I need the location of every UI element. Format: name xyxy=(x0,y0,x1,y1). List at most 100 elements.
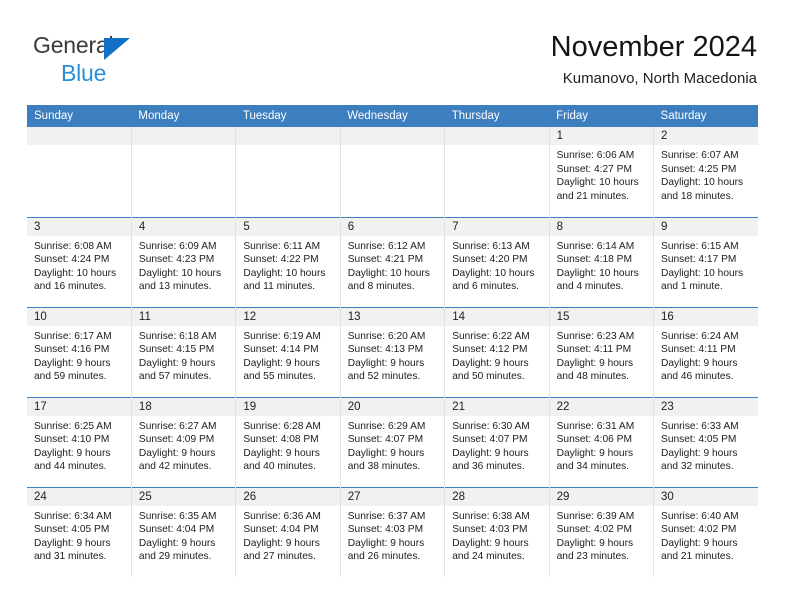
day-details: Sunrise: 6:38 AM Sunset: 4:03 PM Daylight:… xyxy=(445,506,548,564)
calendar-day-cell[interactable]: 28 Sunrise: 6:38 AM Sunset: 4:03 PM Dayligh… xyxy=(444,486,550,577)
calendar-day-cell[interactable]: 5 Sunrise: 6:11 AM Sunset: 4:22 PM Daylight… xyxy=(235,216,341,307)
sunrise-text: Sunrise: 6:31 AM xyxy=(556,420,635,432)
sunrise-text: Sunrise: 6:35 AM xyxy=(138,510,217,522)
daylight-text-line2: and 42 minutes. xyxy=(138,461,212,473)
calendar-day-cell[interactable]: 9 Sunrise: 6:15 AM Sunset: 4:17 PM Daylight… xyxy=(653,216,758,307)
sunset-text: Sunset: 4:11 PM xyxy=(556,344,632,356)
day-details: Sunrise: 6:06 AM Sunset: 4:27 PM Daylight:… xyxy=(550,145,653,203)
calendar-day-cell[interactable]: 26 Sunrise: 6:36 AM Sunset: 4:04 PM Dayligh… xyxy=(235,486,341,577)
calendar-day-cell[interactable]: 23 Sunrise: 6:33 AM Sunset: 4:05 PM Dayligh… xyxy=(653,396,758,487)
day-number: 6 xyxy=(340,217,445,236)
calendar-day-cell[interactable]: 12 Sunrise: 6:19 AM Sunset: 4:14 PM Dayligh… xyxy=(235,306,341,397)
sunrise-text: Sunrise: 6:11 AM xyxy=(243,240,321,252)
daylight-text-line2: and 52 minutes. xyxy=(347,371,421,383)
calendar-day-cell[interactable]: 13 Sunrise: 6:20 AM Sunset: 4:13 PM Dayligh… xyxy=(340,306,446,397)
daylight-text-line1: Daylight: 9 hours xyxy=(347,447,425,459)
sunrise-text: Sunrise: 6:40 AM xyxy=(661,510,739,522)
calendar-day-cell[interactable]: 8 Sunrise: 6:14 AM Sunset: 4:18 PM Daylight… xyxy=(549,216,655,307)
day-details xyxy=(341,145,444,149)
calendar-day-cell[interactable]: 16 Sunrise: 6:24 AM Sunset: 4:11 PM Dayligh… xyxy=(653,306,758,397)
calendar-day-cell[interactable]: 29 Sunrise: 6:39 AM Sunset: 4:02 PM Dayligh… xyxy=(549,486,655,577)
calendar-day-cell[interactable]: 22 Sunrise: 6:31 AM Sunset: 4:06 PM Dayligh… xyxy=(549,396,655,487)
calendar-day-cell[interactable]: 20 Sunrise: 6:29 AM Sunset: 4:07 PM Dayligh… xyxy=(340,396,446,487)
daylight-text-line2: and 55 minutes. xyxy=(243,371,316,383)
day-details: Sunrise: 6:29 AM Sunset: 4:07 PM Daylight:… xyxy=(341,416,444,474)
day-number: 3 xyxy=(27,217,131,236)
daylight-text-line1: Daylight: 10 hours xyxy=(138,267,222,279)
sunset-text: Sunset: 4:08 PM xyxy=(243,434,319,446)
daylight-text-line2: and 50 minutes. xyxy=(452,371,525,383)
day-number: 30 xyxy=(654,487,758,506)
daylight-text-line2: and 27 minutes. xyxy=(243,551,316,563)
calendar-day-cell[interactable]: 18 Sunrise: 6:27 AM Sunset: 4:09 PM Dayligh… xyxy=(131,396,237,487)
day-details xyxy=(132,145,235,149)
daylight-text-line2: and 40 minutes. xyxy=(243,461,316,473)
day-number xyxy=(445,127,549,145)
sunset-text: Sunset: 4:13 PM xyxy=(347,344,424,356)
sunset-text: Sunset: 4:22 PM xyxy=(243,254,319,266)
day-details: Sunrise: 6:20 AM Sunset: 4:13 PM Daylight:… xyxy=(341,326,444,384)
sunrise-text: Sunrise: 6:37 AM xyxy=(347,510,426,522)
calendar-header-row: Sunday Monday Tuesday Wednesday Thursday… xyxy=(27,105,758,127)
sunrise-text: Sunrise: 6:29 AM xyxy=(347,420,426,432)
daylight-text-line1: Daylight: 9 hours xyxy=(556,447,634,459)
day-number: 12 xyxy=(236,307,340,326)
daylight-text-line1: Daylight: 10 hours xyxy=(243,267,326,279)
daylight-text-line1: Daylight: 9 hours xyxy=(661,537,738,549)
sunset-text: Sunset: 4:09 PM xyxy=(138,434,215,446)
daylight-text-line2: and 32 minutes. xyxy=(661,461,734,473)
day-details: Sunrise: 6:13 AM Sunset: 4:20 PM Daylight:… xyxy=(445,236,548,294)
sunrise-text: Sunrise: 6:06 AM xyxy=(556,150,635,161)
calendar-day-cell[interactable]: 4 Sunrise: 6:09 AM Sunset: 4:23 PM Daylight… xyxy=(131,216,237,307)
calendar-day-cell[interactable]: 15 Sunrise: 6:23 AM Sunset: 4:11 PM Dayligh… xyxy=(549,306,655,397)
calendar-day-cell[interactable]: 19 Sunrise: 6:28 AM Sunset: 4:08 PM Dayligh… xyxy=(235,396,341,487)
calendar-day-cell[interactable]: 3 Sunrise: 6:08 AM Sunset: 4:24 PM Daylight… xyxy=(27,216,132,307)
day-details: Sunrise: 6:30 AM Sunset: 4:07 PM Daylight:… xyxy=(445,416,548,474)
daylight-text-line1: Daylight: 9 hours xyxy=(138,357,216,369)
sunset-text: Sunset: 4:15 PM xyxy=(138,344,215,356)
sunset-text: Sunset: 4:05 PM xyxy=(661,434,737,446)
calendar-day-cell[interactable]: 25 Sunrise: 6:35 AM Sunset: 4:04 PM Dayligh… xyxy=(131,486,237,577)
calendar-day-cell[interactable]: 27 Sunrise: 6:37 AM Sunset: 4:03 PM Dayligh… xyxy=(340,486,446,577)
day-details: Sunrise: 6:33 AM Sunset: 4:05 PM Daylight:… xyxy=(654,416,758,474)
logo-triangle-icon xyxy=(104,38,130,60)
calendar-day-cell[interactable]: 2 Sunrise: 6:07 AM Sunset: 4:25 PM Daylight… xyxy=(653,127,758,217)
sunset-text: Sunset: 4:20 PM xyxy=(452,254,528,266)
sunrise-text: Sunrise: 6:19 AM xyxy=(243,330,321,342)
day-number: 19 xyxy=(236,397,340,416)
sunset-text: Sunset: 4:07 PM xyxy=(452,434,528,446)
day-number: 23 xyxy=(654,397,758,416)
day-details: Sunrise: 6:40 AM Sunset: 4:02 PM Daylight:… xyxy=(654,506,758,564)
calendar-day-cell[interactable]: 30 Sunrise: 6:40 AM Sunset: 4:02 PM Dayligh… xyxy=(653,486,758,577)
day-number xyxy=(236,127,340,145)
sunset-text: Sunset: 4:27 PM xyxy=(556,163,632,175)
calendar-body: 1 Sunrise: 6:06 AM Sunset: 4:27 PM Daylight… xyxy=(27,127,758,577)
daylight-text-line1: Daylight: 10 hours xyxy=(452,267,535,279)
sunrise-text: Sunrise: 6:39 AM xyxy=(556,510,635,522)
calendar-day-cell-empty xyxy=(340,127,446,217)
calendar-day-cell[interactable]: 1 Sunrise: 6:06 AM Sunset: 4:27 PM Daylight… xyxy=(549,127,655,217)
calendar-day-cell[interactable]: 11 Sunrise: 6:18 AM Sunset: 4:15 PM Dayligh… xyxy=(131,306,237,397)
sunset-text: Sunset: 4:25 PM xyxy=(661,163,737,175)
calendar-day-cell[interactable]: 24 Sunrise: 6:34 AM Sunset: 4:05 PM Dayligh… xyxy=(27,486,132,577)
calendar-day-cell[interactable]: 7 Sunrise: 6:13 AM Sunset: 4:20 PM Daylight… xyxy=(444,216,550,307)
day-number: 13 xyxy=(340,307,445,326)
daylight-text-line1: Daylight: 9 hours xyxy=(347,537,425,549)
daylight-text-line2: and 23 minutes. xyxy=(556,551,630,563)
sunrise-text: Sunrise: 6:15 AM xyxy=(661,240,739,252)
calendar-day-cell[interactable]: 6 Sunrise: 6:12 AM Sunset: 4:21 PM Daylight… xyxy=(340,216,446,307)
daylight-text-line2: and 21 minutes. xyxy=(556,190,630,202)
weekday-header-wednesday: Wednesday xyxy=(340,105,445,127)
calendar-day-cell[interactable]: 14 Sunrise: 6:22 AM Sunset: 4:12 PM Dayligh… xyxy=(444,306,550,397)
sunset-text: Sunset: 4:16 PM xyxy=(34,344,110,356)
daylight-text-line2: and 26 minutes. xyxy=(347,551,421,563)
generalblue-logo[interactable]: General Blue xyxy=(33,34,213,90)
calendar-day-cell[interactable]: 17 Sunrise: 6:25 AM Sunset: 4:10 PM Dayligh… xyxy=(27,396,132,487)
daylight-text-line1: Daylight: 10 hours xyxy=(661,267,744,279)
calendar-day-cell[interactable]: 10 Sunrise: 6:17 AM Sunset: 4:16 PM Dayligh… xyxy=(27,306,132,397)
day-number: 28 xyxy=(445,487,549,506)
calendar-day-cell[interactable]: 21 Sunrise: 6:30 AM Sunset: 4:07 PM Dayligh… xyxy=(444,396,550,487)
day-details: Sunrise: 6:18 AM Sunset: 4:15 PM Daylight:… xyxy=(132,326,235,384)
sunrise-text: Sunrise: 6:12 AM xyxy=(347,240,426,252)
sunset-text: Sunset: 4:04 PM xyxy=(138,524,215,536)
